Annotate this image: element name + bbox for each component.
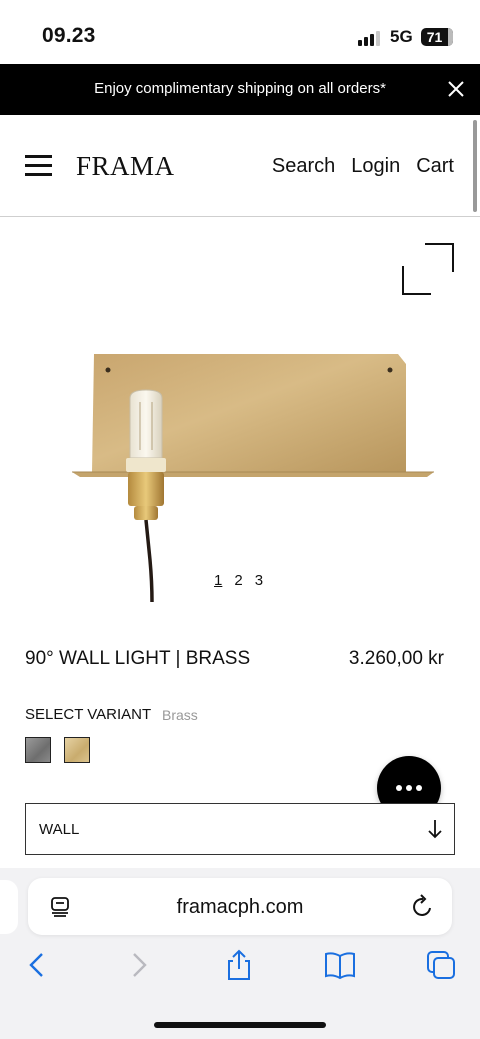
product-title: 90° WALL LIGHT | BRASS: [25, 648, 251, 669]
menu-icon[interactable]: [25, 155, 52, 177]
promo-banner: Enjoy complimentary shipping on all orde…: [0, 64, 480, 115]
close-icon[interactable]: [444, 77, 468, 101]
arrow-down-icon: [428, 820, 442, 839]
battery-level: 71: [426, 29, 443, 45]
page-scrollbar[interactable]: [473, 120, 477, 212]
site-header: FRAMA Search Login Cart: [0, 115, 480, 217]
back-icon[interactable]: [20, 948, 54, 982]
nav-cart-link[interactable]: Cart: [416, 155, 454, 178]
gallery-page-2[interactable]: 2: [234, 572, 242, 589]
expand-icon[interactable]: [400, 242, 456, 296]
gallery-pager: 1 2 3: [214, 572, 263, 589]
network-type: 5G: [390, 27, 413, 46]
selected-variant: Brass: [162, 707, 198, 723]
nav-login-link[interactable]: Login: [351, 155, 400, 178]
swatch-brass[interactable]: [64, 737, 90, 763]
nav-search-link[interactable]: Search: [272, 155, 335, 178]
product-image: [72, 354, 434, 603]
gallery-page-3[interactable]: 3: [255, 572, 263, 589]
tabs-icon[interactable]: [424, 948, 458, 982]
reload-icon[interactable]: [410, 894, 436, 920]
status-bar: 09.23 5G 71: [0, 0, 480, 64]
swatch-steel[interactable]: [25, 737, 51, 763]
brand-logo[interactable]: FRAMA: [76, 151, 175, 182]
address-bar[interactable]: framacph.com: [28, 878, 452, 935]
browser-bottom-bar: framacph.com: [0, 868, 480, 1039]
forward-icon[interactable]: [122, 948, 156, 982]
url-text: framacph.com: [176, 896, 304, 918]
battery-icon: 71: [421, 28, 453, 46]
promo-text: Enjoy complimentary shipping on all orde…: [94, 80, 386, 97]
product-price: 3.260,00 kr: [348, 648, 444, 669]
share-icon[interactable]: [222, 948, 256, 982]
bookmarks-icon[interactable]: [323, 948, 357, 982]
variant-label: SELECT VARIANT: [25, 706, 152, 723]
gallery-page-1[interactable]: 1: [214, 572, 222, 589]
signal-icon: [358, 30, 382, 46]
mount-select[interactable]: WALL: [25, 803, 455, 855]
header-nav: Search Login Cart: [272, 155, 454, 178]
browser-toolbar: [0, 948, 480, 988]
mount-select-value: WALL: [39, 821, 80, 838]
previous-tab-preview[interactable]: [0, 880, 18, 934]
home-indicator[interactable]: [154, 1022, 326, 1028]
status-time: 09.23: [42, 24, 96, 47]
